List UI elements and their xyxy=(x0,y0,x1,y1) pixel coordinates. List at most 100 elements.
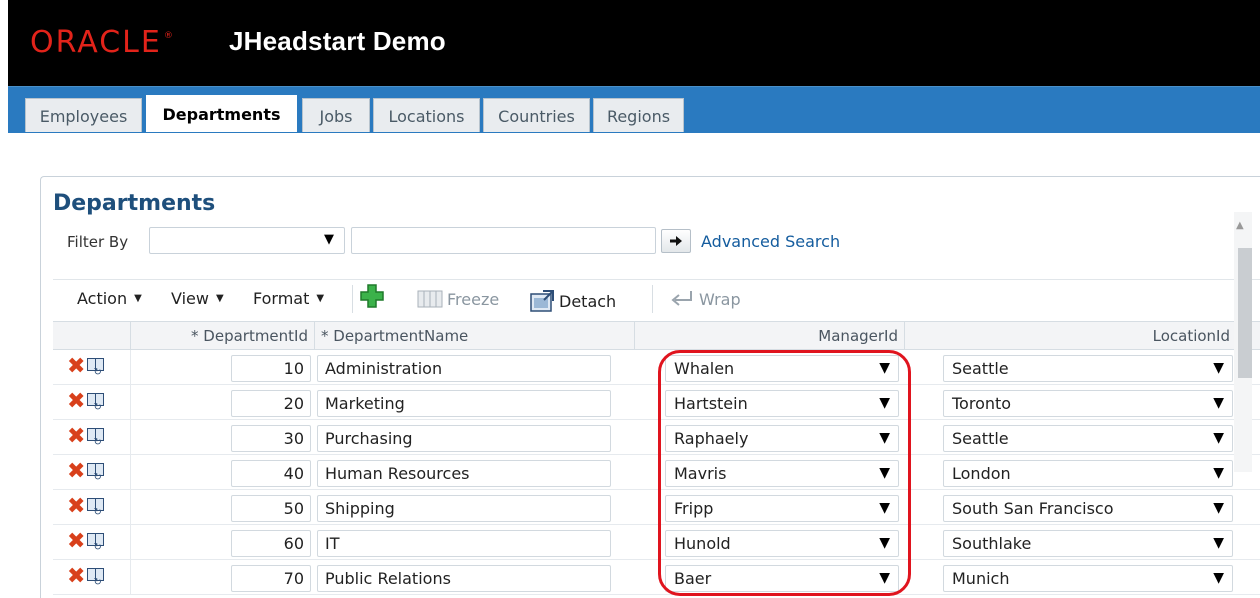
delete-row-icon[interactable]: ✖ xyxy=(67,426,85,448)
manager-select[interactable]: Mavris ▼ xyxy=(665,460,899,487)
toolbar-separator xyxy=(652,285,653,313)
location-select-value: London xyxy=(952,464,1011,483)
table-row: ✖ ↻ 60 IT Hunold ▼ Southlake ▼ xyxy=(53,525,1260,560)
delete-row-icon[interactable]: ✖ xyxy=(67,391,85,413)
view-menu-label: View xyxy=(171,289,209,308)
filter-value-input[interactable] xyxy=(351,227,656,254)
dropdown-arrow-icon: ▼ xyxy=(1213,500,1224,516)
manager-select[interactable]: Hartstein ▼ xyxy=(665,390,899,417)
department-name-field[interactable]: Marketing xyxy=(317,390,611,417)
department-name-field[interactable]: IT xyxy=(317,530,611,557)
delete-row-icon[interactable]: ✖ xyxy=(67,356,85,378)
delete-row-icon[interactable]: ✖ xyxy=(67,566,85,588)
location-select[interactable]: South San Francisco ▼ xyxy=(943,495,1233,522)
location-select-value: Southlake xyxy=(952,534,1032,553)
wrap-label: Wrap xyxy=(699,289,741,309)
delete-row-icon[interactable]: ✖ xyxy=(67,461,85,483)
filter-attribute-select[interactable]: ▼ xyxy=(149,227,345,254)
table-row: ✖ ↻ 10 Administration Whalen ▼ Seattle ▼ xyxy=(53,350,1260,385)
tab-countries[interactable]: Countries xyxy=(483,98,590,133)
duplicate-row-icon[interactable]: ↻ xyxy=(87,462,105,483)
wrap-button[interactable]: Wrap xyxy=(669,289,741,309)
tab-departments[interactable]: Departments xyxy=(146,95,297,133)
duplicate-row-icon[interactable]: ↻ xyxy=(87,497,105,518)
department-id-field[interactable]: 50 xyxy=(231,495,311,522)
department-id-field[interactable]: 70 xyxy=(231,565,311,592)
tab-locations[interactable]: Locations xyxy=(373,98,480,133)
registered-mark-icon: ® xyxy=(163,31,173,41)
toolbar-separator xyxy=(352,285,353,313)
department-name-field[interactable]: Human Resources xyxy=(317,460,611,487)
wrap-icon xyxy=(671,291,692,306)
manager-select[interactable]: Hunold ▼ xyxy=(665,530,899,557)
department-name-field[interactable]: Administration xyxy=(317,355,611,382)
location-select-value: Toronto xyxy=(952,394,1012,413)
department-name-field[interactable]: Purchasing xyxy=(317,425,611,452)
location-select[interactable]: London ▼ xyxy=(943,460,1233,487)
table-row: ✖ ↻ 50 Shipping Fripp ▼ South San Francis… xyxy=(53,490,1260,525)
manager-select-value: Fripp xyxy=(674,499,714,518)
department-name-field[interactable]: Shipping xyxy=(317,495,611,522)
manager-select-value: Hartstein xyxy=(674,394,748,413)
departments-table: * DepartmentId * DepartmentName ManagerI… xyxy=(53,321,1260,598)
dropdown-arrow-icon: ▼ xyxy=(1213,430,1224,446)
table-header: * DepartmentId * DepartmentName ManagerI… xyxy=(53,321,1260,350)
location-select[interactable]: Toronto ▼ xyxy=(943,390,1233,417)
location-select[interactable]: Seattle ▼ xyxy=(943,355,1233,382)
location-select[interactable]: Southlake ▼ xyxy=(943,530,1233,557)
manager-select[interactable]: Baer ▼ xyxy=(665,565,899,592)
table-row: ✖ ↻ 70 Public Relations Baer ▼ Munich ▼ xyxy=(53,560,1260,595)
app-header: ORACLE ® JHeadstart Demo xyxy=(8,0,1260,86)
scroll-up-icon[interactable]: ▲ xyxy=(1236,220,1244,231)
filter-go-button[interactable] xyxy=(661,229,691,253)
detach-button[interactable]: Detach xyxy=(529,289,616,313)
column-header-location-id[interactable]: LocationId xyxy=(905,322,1237,350)
action-menu-label: Action xyxy=(77,289,128,308)
tab-jobs[interactable]: Jobs xyxy=(302,98,370,133)
table-scrollbar[interactable]: ▲ xyxy=(1234,212,1252,472)
tab-employees[interactable]: Employees xyxy=(25,98,142,133)
manager-select[interactable]: Raphaely ▼ xyxy=(665,425,899,452)
manager-select-value: Baer xyxy=(674,569,712,588)
delete-row-icon[interactable]: ✖ xyxy=(67,531,85,553)
format-menu-label: Format xyxy=(253,289,310,308)
manager-select-value: Whalen xyxy=(674,359,735,378)
dropdown-arrow-icon: ▼ xyxy=(879,500,890,516)
duplicate-row-icon[interactable]: ↻ xyxy=(87,532,105,553)
chevron-down-icon: ▼ xyxy=(316,293,325,304)
department-id-field[interactable]: 60 xyxy=(231,530,311,557)
column-header-department-name[interactable]: * DepartmentName xyxy=(315,322,635,350)
row-actions: ✖ ↻ xyxy=(53,420,131,454)
view-menu[interactable]: View ▼ xyxy=(171,289,224,308)
format-menu[interactable]: Format ▼ xyxy=(253,289,324,308)
filter-label: Filter By xyxy=(67,233,129,251)
freeze-button[interactable]: Freeze xyxy=(417,289,499,309)
toolbar-divider xyxy=(53,279,1260,280)
scroll-thumb[interactable] xyxy=(1238,248,1252,378)
tab-regions[interactable]: Regions xyxy=(593,98,684,133)
column-header-department-id[interactable]: * DepartmentId xyxy=(131,322,315,350)
manager-select[interactable]: Fripp ▼ xyxy=(665,495,899,522)
dropdown-arrow-icon: ▼ xyxy=(324,232,334,247)
action-menu[interactable]: Action ▼ xyxy=(77,289,142,308)
table-row: ✖ ↻ 40 Human Resources Mavris ▼ London ▼ xyxy=(53,455,1260,490)
delete-row-icon[interactable]: ✖ xyxy=(67,496,85,518)
duplicate-row-icon[interactable]: ↻ xyxy=(87,392,105,413)
location-select[interactable]: Munich ▼ xyxy=(943,565,1233,592)
department-id-field[interactable]: 10 xyxy=(231,355,311,382)
dropdown-arrow-icon: ▼ xyxy=(879,360,890,376)
department-id-field[interactable]: 30 xyxy=(231,425,311,452)
duplicate-row-icon[interactable]: ↻ xyxy=(87,567,105,588)
column-header-manager-id[interactable]: ManagerId xyxy=(635,322,905,350)
location-select-value: Seattle xyxy=(952,359,1009,378)
duplicate-row-icon[interactable]: ↻ xyxy=(87,427,105,448)
department-id-field[interactable]: 20 xyxy=(231,390,311,417)
department-id-field[interactable]: 40 xyxy=(231,460,311,487)
table-row: ✖ ↻ 20 Marketing Hartstein ▼ Toronto ▼ xyxy=(53,385,1260,420)
advanced-search-link[interactable]: Advanced Search xyxy=(701,232,840,251)
add-row-button[interactable] xyxy=(359,283,385,309)
duplicate-row-icon[interactable]: ↻ xyxy=(87,357,105,378)
manager-select[interactable]: Whalen ▼ xyxy=(665,355,899,382)
location-select[interactable]: Seattle ▼ xyxy=(943,425,1233,452)
department-name-field[interactable]: Public Relations xyxy=(317,565,611,592)
